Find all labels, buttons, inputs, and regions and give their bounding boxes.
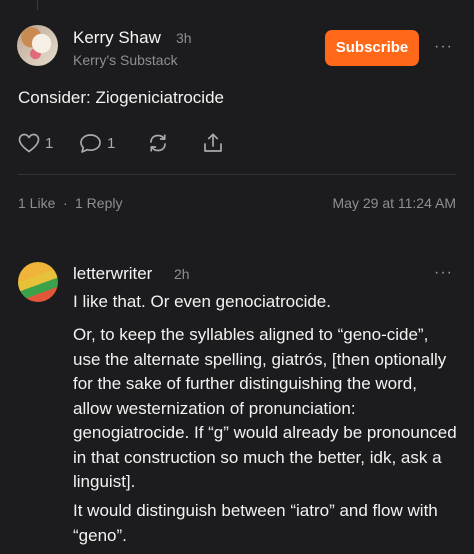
reply-more-options-button[interactable]: ··· xyxy=(434,264,453,282)
divider xyxy=(18,174,456,175)
reply-time: 2h xyxy=(174,266,190,282)
post-time: 3h xyxy=(176,30,192,46)
reply-paragraph: Or, to keep the syllables aligned to “ge… xyxy=(73,325,457,491)
thread-line xyxy=(37,0,38,10)
restack-icon xyxy=(147,132,169,154)
reply-paragraph: It would distinguish between “iatro” and… xyxy=(73,501,438,545)
author-name[interactable]: Kerry Shaw xyxy=(73,28,161,48)
reply-author-name[interactable]: letterwriter xyxy=(73,264,152,284)
restack-button[interactable] xyxy=(147,131,169,155)
avatar[interactable] xyxy=(18,262,58,302)
share-icon xyxy=(202,132,224,154)
post-text: Consider: Ziogeniciatrocide xyxy=(18,88,224,107)
share-button[interactable] xyxy=(202,131,224,155)
comment-button[interactable]: 1 xyxy=(79,131,115,155)
like-count: 1 xyxy=(45,134,54,152)
heart-icon xyxy=(18,133,40,153)
like-button[interactable]: 1 xyxy=(18,131,53,155)
post-date: May 29 at 11:24 AM xyxy=(332,195,456,211)
avatar[interactable] xyxy=(17,25,58,66)
meta-separator: · xyxy=(63,195,68,211)
subscribe-button[interactable]: Subscribe xyxy=(325,30,419,66)
replies-count-link[interactable]: 1 Reply xyxy=(75,195,122,211)
comment-bubble-icon xyxy=(79,133,102,154)
comment-count: 1 xyxy=(107,134,116,152)
reply-paragraph: I like that. Or even genociatrocide. xyxy=(73,292,331,311)
likes-count-link[interactable]: 1 Like xyxy=(18,195,55,211)
publication-name[interactable]: Kerry's Substack xyxy=(73,52,178,68)
more-options-button[interactable]: ··· xyxy=(434,38,453,56)
